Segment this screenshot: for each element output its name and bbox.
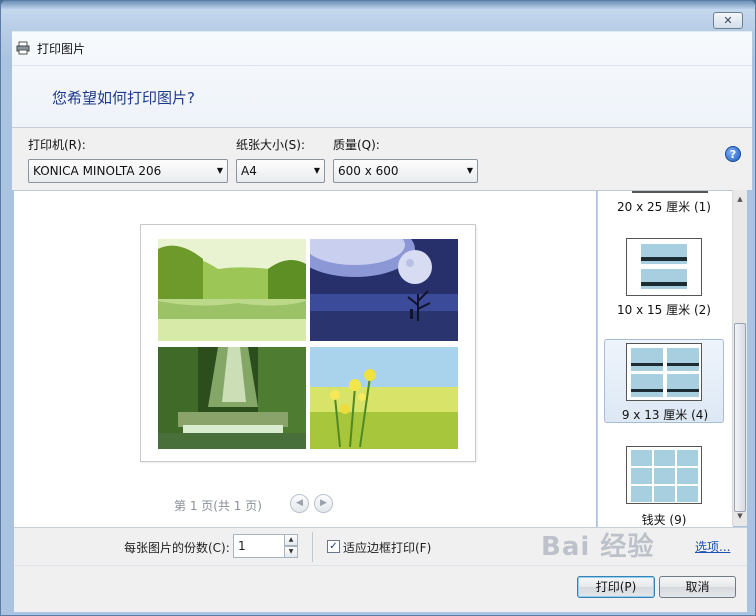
preview-photo-waterfall bbox=[158, 347, 306, 449]
layout-thumb-wallet bbox=[626, 446, 702, 504]
preview-photo-moon bbox=[310, 239, 458, 341]
paper-size-value: A4 bbox=[241, 164, 257, 178]
increment-button[interactable]: ▲ bbox=[284, 534, 298, 546]
scrollbar-thumb[interactable] bbox=[734, 323, 746, 512]
divider bbox=[312, 532, 313, 562]
paper-size-select[interactable]: A4 ▼ bbox=[236, 159, 325, 183]
options-link[interactable]: 选项... bbox=[695, 538, 730, 555]
layout-list[interactable]: 20 x 25 厘米 (1) 10 x 15 厘米 (2) 9 x 13 厘米 … bbox=[597, 190, 733, 527]
layout-label: 10 x 15 厘米 (2) bbox=[617, 303, 711, 317]
print-settings-bar: 打印机(R): KONICA MINOLTA 206 ▼ 纸张大小(S): A4… bbox=[12, 127, 752, 190]
dialog-footer: 打印(P) 取消 bbox=[14, 565, 747, 612]
print-button[interactable]: 打印(P) bbox=[577, 576, 655, 598]
copies-stepper: ▲ ▼ bbox=[284, 534, 298, 558]
layout-thumb-10x15 bbox=[626, 238, 702, 296]
watermark: Bai 经验 bbox=[541, 532, 655, 562]
printer-select-value: KONICA MINOLTA 206 bbox=[33, 164, 162, 178]
chevron-right-icon: ▶ bbox=[320, 498, 327, 508]
printer-label: 打印机(R): bbox=[28, 138, 86, 152]
scroll-down-icon[interactable]: ▼ bbox=[733, 509, 747, 524]
cancel-button[interactable]: 取消 bbox=[659, 576, 736, 598]
preview-photo-flowers bbox=[310, 347, 458, 449]
dialog-header: 打印图片 您希望如何打印图片? bbox=[12, 31, 752, 128]
help-icon[interactable]: ? bbox=[725, 146, 741, 162]
layout-item-9x13[interactable]: 9 x 13 厘米 (4) bbox=[604, 339, 724, 423]
printer-select[interactable]: KONICA MINOLTA 206 ▼ bbox=[28, 159, 228, 183]
print-pictures-window: ✕ 打印图片 您希望如何打印图片? 打印机(R): KONICA MINOLTA… bbox=[0, 0, 756, 616]
chevron-down-icon: ▼ bbox=[466, 166, 473, 175]
layout-item-20x25[interactable]: 20 x 25 厘米 (1) bbox=[604, 191, 724, 219]
preview-photo-lake bbox=[158, 239, 306, 341]
layout-label: 20 x 25 厘米 (1) bbox=[617, 200, 711, 214]
copies-input[interactable]: 1 bbox=[233, 534, 285, 558]
layout-thumb-20x25 bbox=[632, 191, 708, 193]
decrement-button[interactable]: ▼ bbox=[284, 546, 298, 558]
layout-thumb-9x13 bbox=[626, 343, 702, 401]
layout-label: 9 x 13 厘米 (4) bbox=[621, 408, 709, 422]
quality-select[interactable]: 600 x 600 ▼ bbox=[333, 159, 478, 183]
layout-label: 钱夹 (9) bbox=[641, 513, 687, 527]
quality-value: 600 x 600 bbox=[338, 164, 399, 178]
chevron-down-icon: ▼ bbox=[216, 166, 223, 175]
printer-icon bbox=[16, 41, 30, 55]
layout-item-wallet[interactable]: 钱夹 (9) bbox=[604, 443, 724, 527]
previous-page-button[interactable]: ◀ bbox=[290, 494, 309, 513]
layout-scrollbar[interactable]: ▲ ▼ bbox=[732, 190, 747, 526]
fit-frame-label[interactable]: 适应边框打印(F) bbox=[343, 539, 431, 556]
check-icon: ✓ bbox=[329, 541, 338, 552]
chevron-left-icon: ◀ bbox=[296, 498, 303, 508]
chevron-down-icon: ▼ bbox=[313, 166, 320, 175]
scroll-up-icon[interactable]: ▲ bbox=[733, 192, 747, 207]
close-button[interactable]: ✕ bbox=[713, 12, 743, 29]
next-page-button[interactable]: ▶ bbox=[314, 494, 333, 513]
print-preview-area: 第 1 页(共 1 页) ◀ ▶ bbox=[14, 190, 596, 527]
layout-item-10x15[interactable]: 10 x 15 厘米 (2) bbox=[604, 235, 724, 319]
header-separator bbox=[12, 65, 752, 66]
window-top-strip bbox=[1, 1, 755, 9]
copies-label: 每张图片的份数(C): bbox=[124, 541, 230, 555]
page-indicator: 第 1 页(共 1 页) bbox=[174, 499, 262, 513]
quality-label: 质量(Q): bbox=[333, 138, 380, 152]
preview-page bbox=[140, 224, 476, 462]
page-title: 您希望如何打印图片? bbox=[52, 89, 195, 107]
window-title: 打印图片 bbox=[37, 42, 86, 56]
close-icon: ✕ bbox=[723, 14, 733, 27]
paper-size-label: 纸张大小(S): bbox=[236, 138, 306, 152]
fit-frame-checkbox[interactable]: ✓ bbox=[327, 540, 340, 553]
